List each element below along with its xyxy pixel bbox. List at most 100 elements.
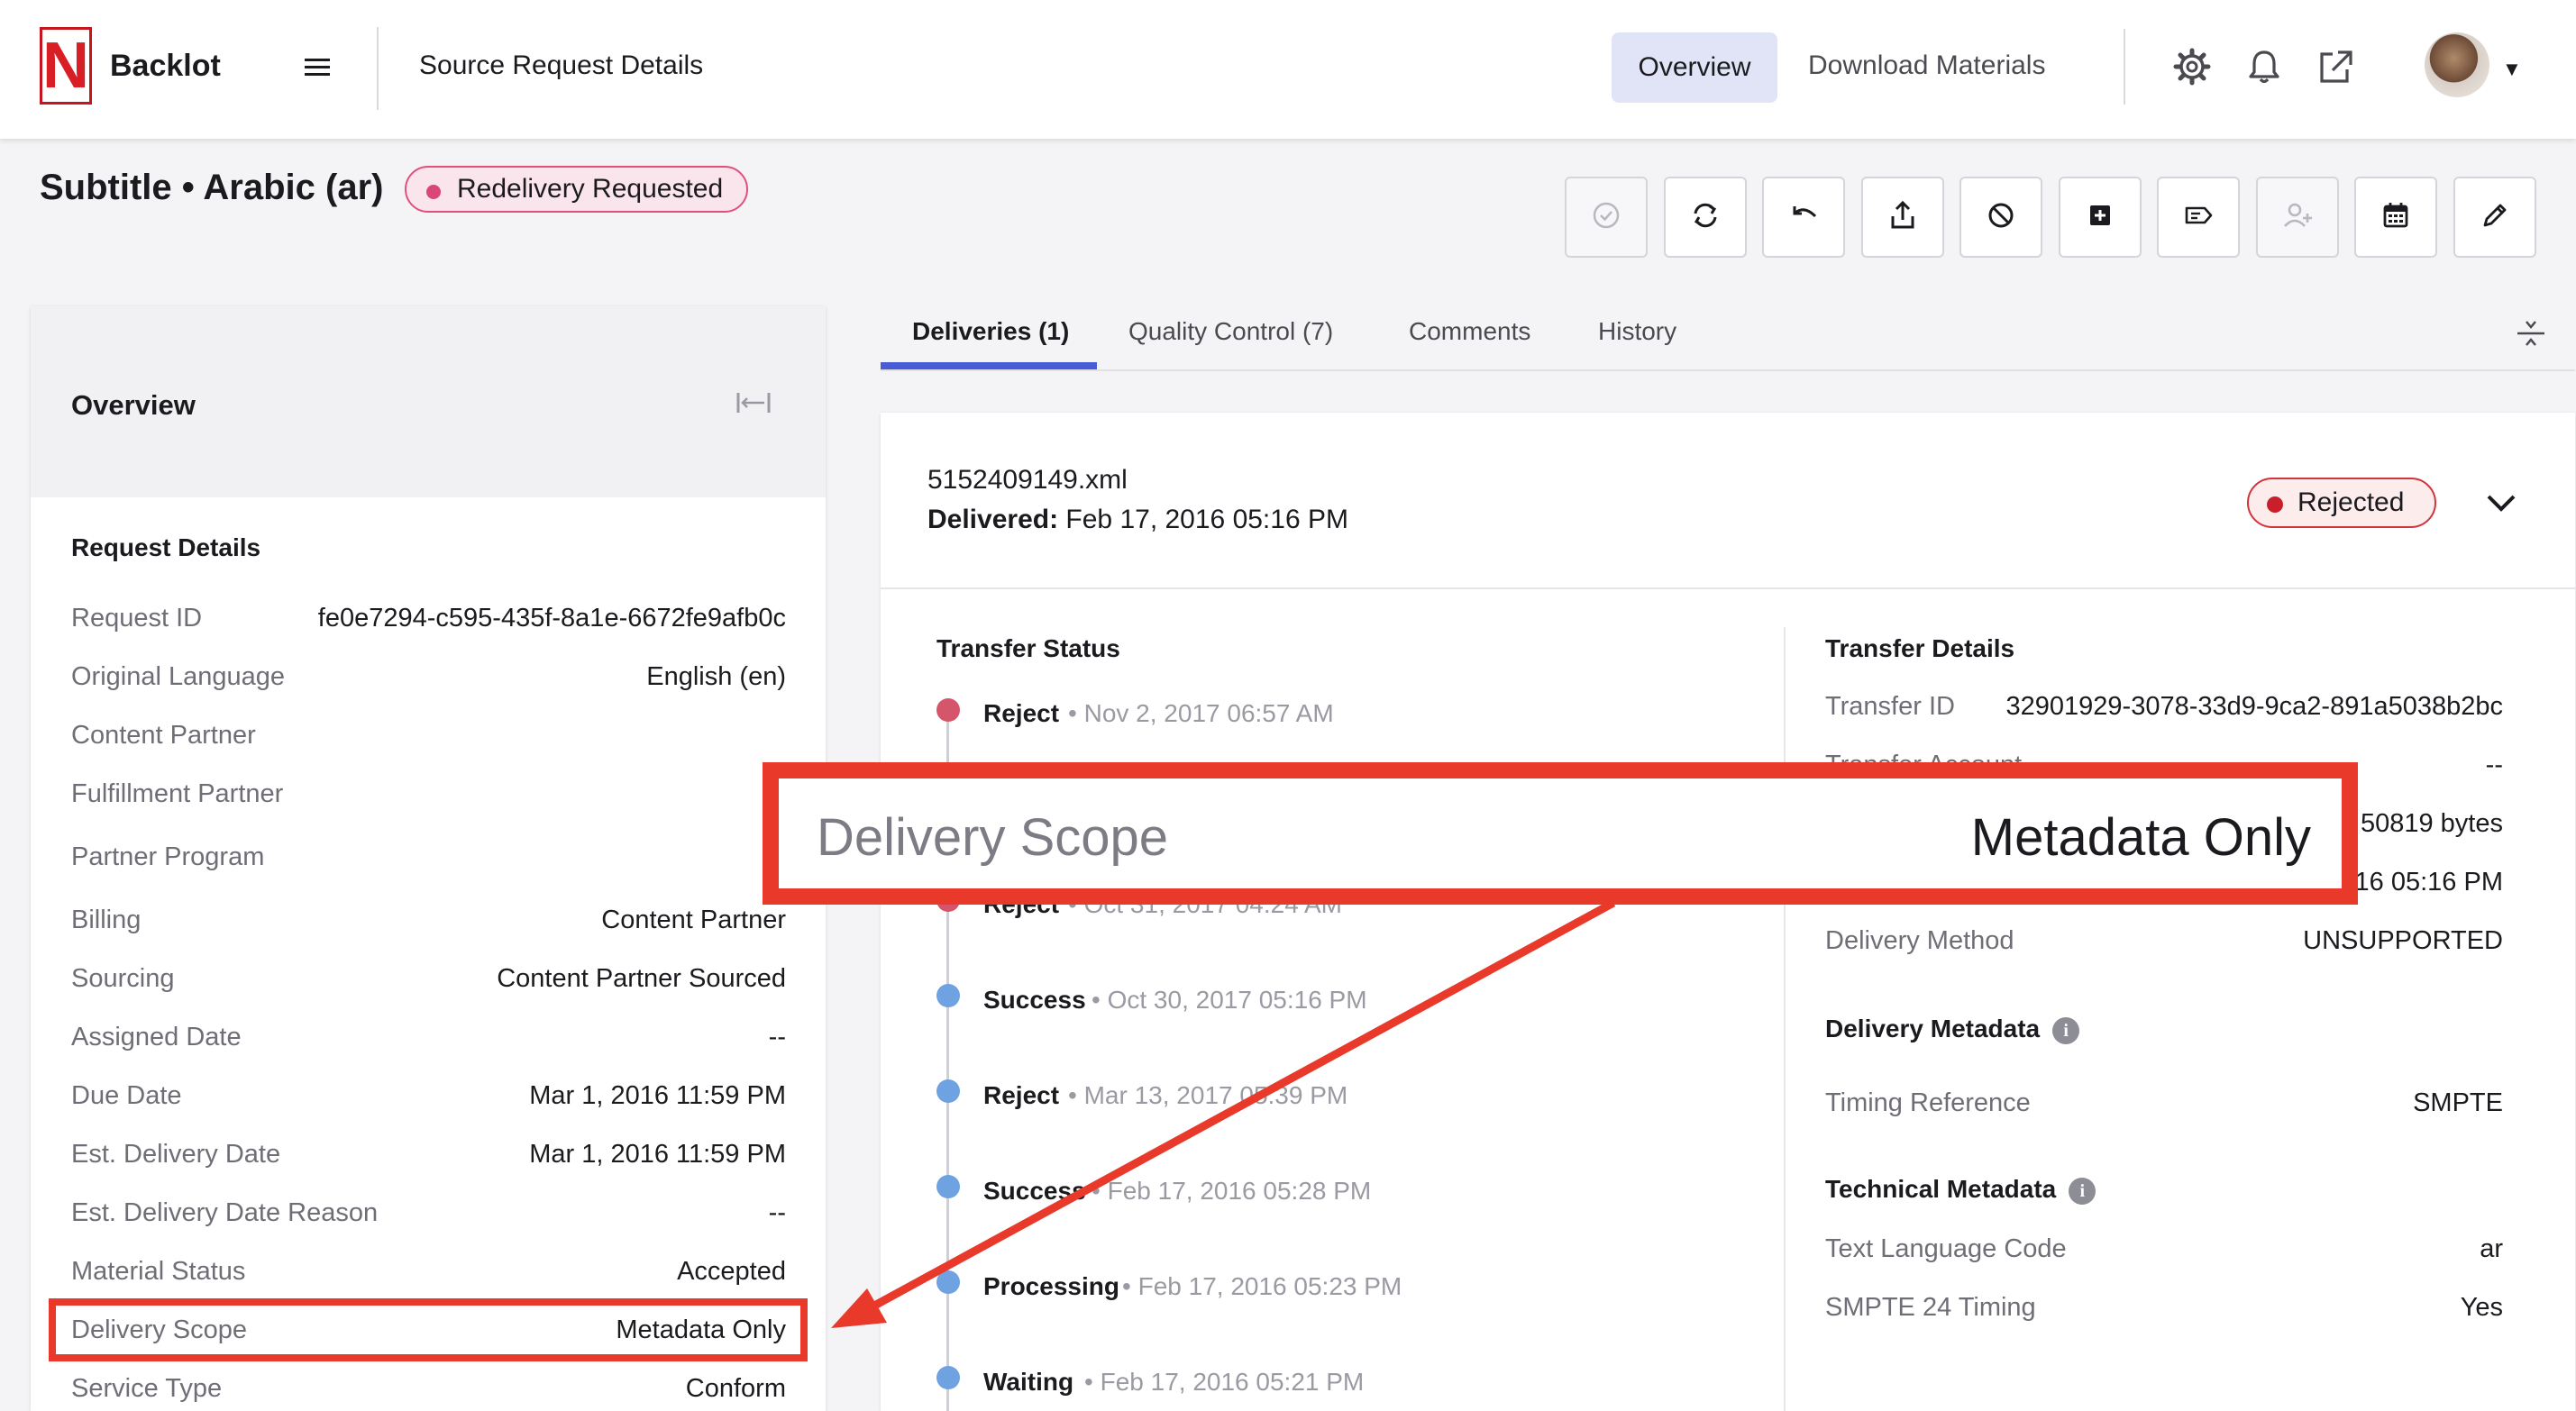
cancel-request-button[interactable] <box>1959 177 2042 258</box>
chevron-down-icon[interactable] <box>2483 485 2519 521</box>
detail-label: Transfer ID <box>1825 692 1955 721</box>
field-label: Material Status <box>71 1257 246 1286</box>
calendar-icon <box>2379 198 2413 237</box>
info-icon[interactable]: i <box>2052 1016 2080 1044</box>
tab-deliveries[interactable]: Deliveries (1) <box>912 317 1069 346</box>
nav-overview[interactable]: Overview <box>1612 32 1777 103</box>
annotation-zoom-callout: Delivery Scope Metadata Only <box>763 762 2358 905</box>
text-language-code-value: ar <box>2480 1234 2503 1263</box>
netflix-logo[interactable]: N <box>40 27 92 105</box>
timeline-dot <box>936 1366 960 1389</box>
delivered-label: Delivered: <box>927 505 1059 534</box>
smpte-timing-value: Yes <box>2460 1293 2503 1322</box>
callout-label: Delivery Scope <box>817 808 1169 867</box>
external-link-icon[interactable] <box>2315 47 2354 86</box>
label-icon <box>2181 198 2215 237</box>
timeline-date: • Nov 2, 2017 06:57 AM <box>1068 699 1334 727</box>
delivered-date: Delivered: Feb 17, 2016 05:16 PM <box>927 505 1348 535</box>
tab-quality-control[interactable]: Quality Control (7) <box>1128 317 1333 346</box>
timeline-date: • Feb 17, 2016 05:23 PM <box>1122 1272 1402 1300</box>
timeline-date: • Feb 17, 2016 05:21 PM <box>1084 1368 1365 1396</box>
timeline-dot <box>936 984 960 1007</box>
timeline-status: Success <box>983 986 1086 1014</box>
delivery-metadata-title: Delivery Metadata i <box>1825 1015 2080 1044</box>
assign-user-button[interactable] <box>2256 177 2339 258</box>
timeline-dot <box>936 1079 960 1103</box>
status-badge: Rejected <box>2247 478 2437 528</box>
info-icon[interactable]: i <box>2069 1177 2096 1205</box>
avatar[interactable] <box>2425 32 2489 97</box>
original-language-value: English (en) <box>646 662 786 691</box>
transfer-status-title: Transfer Status <box>936 634 1120 662</box>
bell-icon[interactable] <box>2244 47 2284 86</box>
tab-comments[interactable]: Comments <box>1409 317 1530 346</box>
field-label: Service Type <box>71 1374 223 1403</box>
page-heading: Source Request Details <box>419 50 704 80</box>
transfer-id-value: 32901929-3078-33d9-9ca2-891a5038b2bc <box>2005 692 2503 721</box>
file-name: 5152409149.xml <box>927 465 1128 495</box>
app-name[interactable]: Backlot <box>110 49 221 84</box>
gear-icon[interactable] <box>2172 47 2212 86</box>
field-label: Fulfillment Partner <box>71 779 284 808</box>
label-button[interactable] <box>2157 177 2240 258</box>
est-delivery-date-value: Mar 1, 2016 11:59 PM <box>529 1140 786 1169</box>
timeline-status: Reject <box>983 1081 1060 1109</box>
overview-panel: Overview Request Details Request ID fe0e… <box>31 306 826 1411</box>
timeline-status: Success <box>983 1177 1086 1205</box>
add-person-icon <box>2280 198 2315 237</box>
transfer-account-value: -- <box>2485 751 2503 779</box>
upload-button[interactable] <box>1861 177 1944 258</box>
section-title: Request Details <box>71 533 261 561</box>
service-type-value: Conform <box>685 1374 786 1403</box>
check-circle-icon <box>1589 198 1623 237</box>
hamburger-menu-icon[interactable] <box>301 50 333 83</box>
sourcing-value: Content Partner Sourced <box>497 964 786 993</box>
timeline-date: • Feb 17, 2016 05:28 PM <box>1092 1177 1372 1205</box>
delivery-card-header[interactable]: 5152409149.xml Delivered: Feb 17, 2016 0… <box>881 413 2575 589</box>
detail-label: SMPTE 24 Timing <box>1825 1293 2036 1322</box>
edit-button[interactable] <box>2453 177 2536 258</box>
field-label: Partner Program <box>71 842 265 871</box>
schedule-button[interactable] <box>2354 177 2437 258</box>
billing-value: Content Partner <box>601 906 786 934</box>
material-status-value: Accepted <box>677 1257 786 1286</box>
timeline-dot <box>936 698 960 722</box>
edit-pencil-icon <box>2478 198 2512 237</box>
overview-panel-header: Overview <box>31 306 826 497</box>
field-label: Sourcing <box>71 964 175 993</box>
est-delivery-reason-value: -- <box>768 1198 786 1227</box>
chevron-down-icon[interactable]: ▼ <box>2502 58 2522 81</box>
divider <box>2124 29 2125 105</box>
undo-button[interactable] <box>1762 177 1845 258</box>
request-title: Subtitle • Arabic (ar) <box>40 168 384 207</box>
transfer-date-value: 16 05:16 PM <box>2354 868 2503 897</box>
top-bar: N Backlot Source Request Details Overvie… <box>0 0 2576 139</box>
collapse-panel-icon[interactable] <box>735 389 772 423</box>
add-button[interactable] <box>2059 177 2142 258</box>
upload-icon <box>1886 198 1920 237</box>
nav-download-materials[interactable]: Download Materials <box>1808 50 2045 81</box>
field-label: Request ID <box>71 604 203 633</box>
block-icon <box>1984 198 2018 237</box>
due-date-value: Mar 1, 2016 11:59 PM <box>529 1081 786 1110</box>
refresh-icon <box>1688 198 1722 237</box>
field-label: Est. Delivery Date <box>71 1140 281 1169</box>
timeline-status: Waiting <box>983 1368 1074 1396</box>
approve-button[interactable] <box>1565 177 1648 258</box>
divider <box>377 27 379 110</box>
field-label: Due Date <box>71 1081 182 1110</box>
compress-icon[interactable] <box>2515 317 2547 350</box>
tab-history[interactable]: History <box>1598 317 1676 346</box>
technical-metadata-title: Technical Metadata i <box>1825 1175 2096 1205</box>
delivery-card: 5152409149.xml Delivered: Feb 17, 2016 0… <box>881 413 2575 1411</box>
active-tab-indicator <box>881 362 1097 369</box>
field-label: Content Partner <box>71 721 256 750</box>
file-size-value: 50819 bytes <box>2360 809 2503 838</box>
tab-bar: Deliveries (1) Quality Control (7) Comme… <box>881 297 2575 371</box>
delivery-method-value: UNSUPPORTED <box>2303 926 2503 955</box>
assigned-date-value: -- <box>768 1023 786 1051</box>
timeline-dot <box>936 1270 960 1294</box>
detail-label: Timing Reference <box>1825 1088 2031 1117</box>
undo-icon <box>1786 198 1821 237</box>
refresh-button[interactable] <box>1664 177 1747 258</box>
